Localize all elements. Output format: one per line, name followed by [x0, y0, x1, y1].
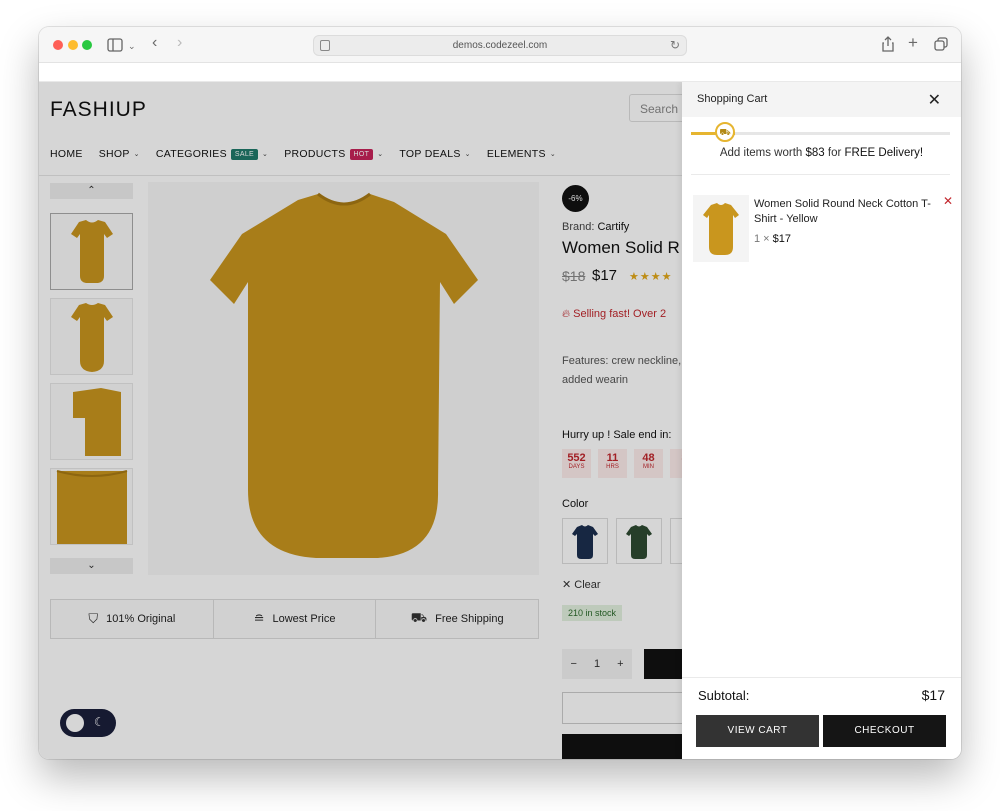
view-cart-button[interactable]: VIEW CART — [696, 715, 819, 747]
zoom-window-button[interactable] — [82, 40, 92, 50]
chevron-down-icon[interactable]: ⌄ — [128, 39, 136, 53]
cart-header: Shopping Cart ✕ — [682, 82, 961, 117]
cart-title: Shopping Cart — [697, 93, 768, 105]
url-text: demos.codezeel.com — [452, 40, 548, 51]
cart-item-qty: 1 × — [754, 233, 770, 245]
subtotal-divider — [682, 677, 961, 678]
shopping-cart-panel: Shopping Cart ✕ ⛟ Add items worth $83 fo… — [682, 82, 961, 759]
forward-arrow-icon[interactable]: › — [177, 35, 182, 51]
close-icon[interactable]: ✕ — [928, 90, 941, 110]
page-dim-overlay[interactable] — [39, 82, 682, 759]
subtotal-label: Subtotal: — [698, 688, 750, 703]
free-delivery-pre: Add items worth — [719, 147, 803, 159]
address-bar[interactable]: demos.codezeel.com ↻ — [313, 35, 687, 56]
yellow-tshirt-image — [703, 203, 739, 255]
minimize-window-button[interactable] — [68, 40, 78, 50]
browser-window: ⌄ ‹ › demos.codezeel.com ↻ + FASHIUP Sea… — [39, 27, 961, 759]
back-arrow-icon[interactable]: ‹ — [152, 35, 157, 51]
checkout-button[interactable]: CHECKOUT — [823, 715, 946, 747]
truck-icon: ⛟ — [715, 122, 735, 142]
tabs-overview-icon[interactable] — [934, 37, 948, 51]
cart-item-price: $17 — [772, 233, 792, 245]
reload-icon[interactable]: ↻ — [670, 38, 680, 52]
free-delivery-post: FREE Delivery! — [844, 147, 924, 159]
close-window-button[interactable] — [53, 40, 63, 50]
new-tab-icon[interactable]: + — [908, 34, 918, 51]
free-delivery-amount: $83 — [805, 147, 825, 159]
subtotal-value: $17 — [921, 687, 945, 703]
remove-item-icon[interactable]: ✕ — [943, 194, 953, 208]
free-delivery-mid: for — [827, 147, 842, 159]
sidebar-icon[interactable] — [107, 38, 123, 52]
cart-item-name[interactable]: Women Solid Round Neck Cotton T-Shirt - … — [754, 197, 940, 227]
cart-item-image[interactable] — [693, 195, 749, 262]
favorites-strip — [39, 63, 961, 82]
free-delivery-message: Add items worth $83 for FREE Delivery! — [682, 147, 961, 159]
share-icon[interactable] — [882, 36, 894, 52]
cart-item-qty-price: 1 × $17 — [754, 233, 791, 245]
browser-toolbar: ⌄ ‹ › demos.codezeel.com ↻ + — [39, 27, 961, 63]
web-page: FASHIUP Search p HOME SHOP ⌄ CATEGORIES SA… — [39, 82, 961, 759]
cart-divider — [691, 174, 950, 175]
